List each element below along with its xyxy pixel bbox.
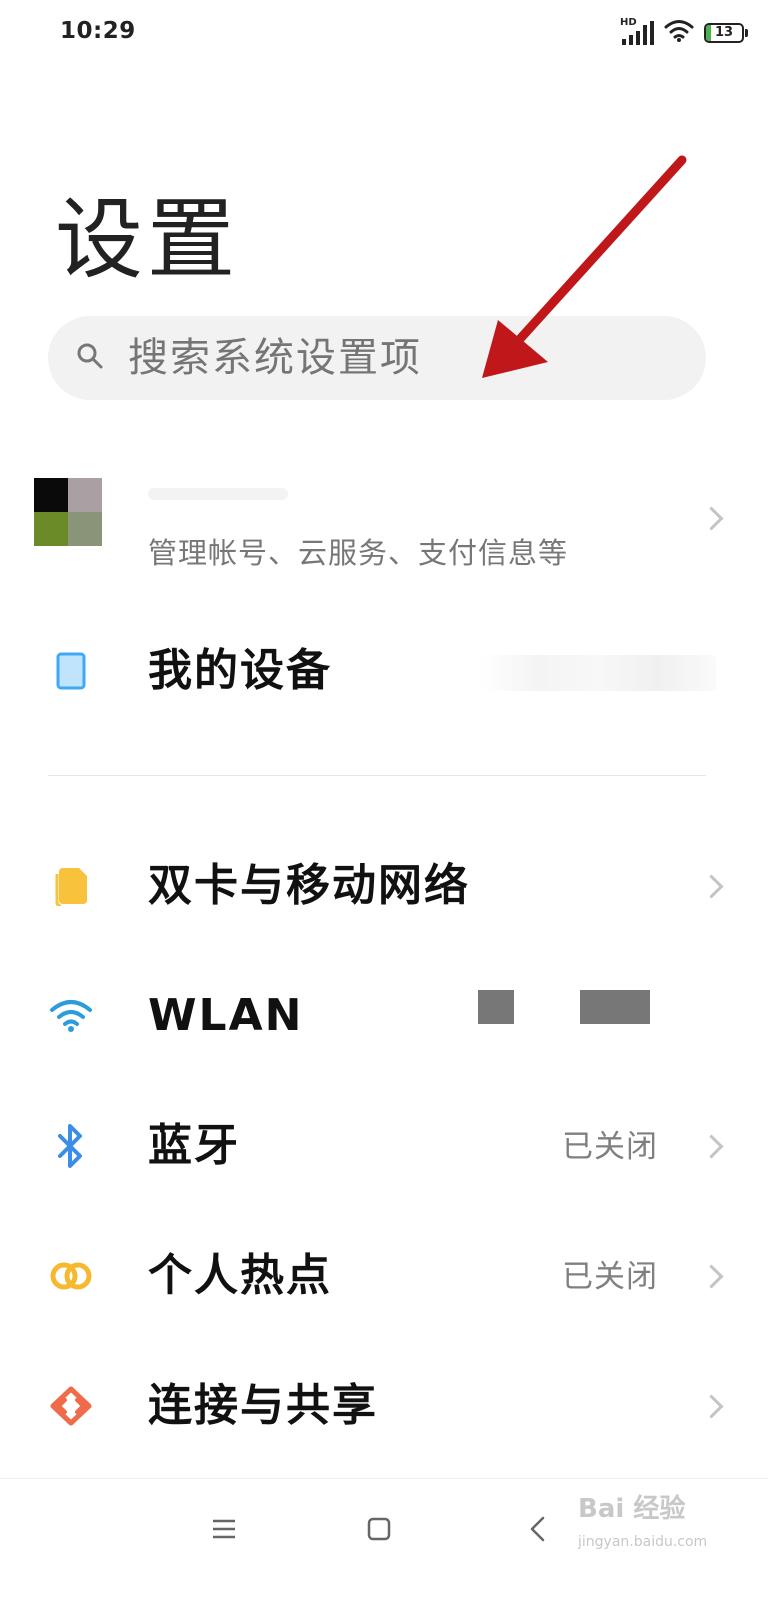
menu-icon[interactable]	[204, 1509, 244, 1549]
status-bar: 10:29 HD 13	[0, 0, 768, 70]
settings-item-hotspot[interactable]: 个人热点 已关闭	[0, 1220, 768, 1330]
chevron-right-icon	[699, 1394, 724, 1419]
battery-icon: 13	[704, 23, 748, 43]
settings-item-label: WLAN	[148, 990, 304, 1041]
settings-item-label: 蓝牙	[148, 1120, 240, 1171]
status-time: 10:29	[60, 18, 136, 44]
hotspot-status: 已关闭	[562, 1259, 658, 1295]
settings-item-bluetooth[interactable]: 蓝牙 已关闭	[0, 1090, 768, 1200]
settings-item-connection-sharing[interactable]: 连接与共享	[0, 1350, 768, 1460]
avatar	[34, 478, 102, 546]
settings-item-wlan[interactable]: WLAN	[0, 960, 768, 1070]
sim-card-icon	[48, 866, 94, 906]
settings-item-label: 连接与共享	[148, 1380, 378, 1431]
back-icon[interactable]	[518, 1509, 558, 1549]
page-title: 设置	[55, 188, 240, 291]
chevron-right-icon	[699, 1264, 724, 1289]
bluetooth-icon	[48, 1124, 94, 1168]
watermark: Bai 经验	[578, 1494, 686, 1524]
account-name-redacted	[148, 488, 288, 500]
home-icon[interactable]	[359, 1509, 399, 1549]
share-icon	[48, 1386, 94, 1426]
account-subtitle: 管理帐号、云服务、支付信息等	[148, 536, 569, 570]
signal-icon: HD	[620, 17, 654, 47]
bluetooth-status: 已关闭	[562, 1129, 658, 1165]
hotspot-icon	[48, 1256, 94, 1296]
device-name-redacted	[480, 655, 716, 691]
search-bar[interactable]	[48, 316, 706, 400]
avatar-cell	[68, 478, 102, 512]
settings-item-label: 双卡与移动网络	[148, 860, 470, 911]
account-row[interactable]: 管理帐号、云服务、支付信息等	[0, 470, 768, 580]
chevron-right-icon	[699, 506, 724, 531]
wifi-status-icon	[664, 19, 694, 47]
wifi-icon	[48, 996, 94, 1036]
chevron-right-icon	[699, 1134, 724, 1159]
watermark-url: jingyan.baidu.com	[578, 1534, 708, 1550]
avatar-cell	[68, 512, 102, 546]
section-divider	[48, 775, 706, 776]
settings-item-label: 个人热点	[148, 1250, 332, 1301]
search-input[interactable]	[126, 334, 630, 382]
avatar-cell	[34, 478, 68, 512]
avatar-cell	[34, 512, 68, 546]
status-icons: HD 13	[620, 16, 748, 50]
search-icon	[76, 342, 104, 374]
battery-level: 13	[714, 25, 734, 40]
phone-icon	[48, 651, 94, 691]
chevron-right-icon	[699, 874, 724, 899]
settings-item-dual-sim[interactable]: 双卡与移动网络	[0, 830, 768, 940]
wlan-network-redacted	[580, 990, 650, 1024]
wlan-network-redacted	[478, 990, 514, 1024]
settings-item-my-device[interactable]: 我的设备	[0, 615, 768, 725]
settings-item-label: 我的设备	[148, 645, 332, 696]
